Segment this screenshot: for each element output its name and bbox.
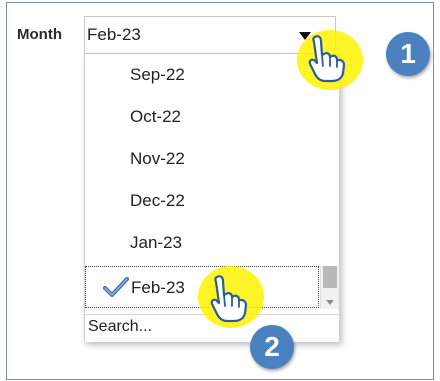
checkmark-icon [103,277,129,297]
option-nov-22[interactable]: Nov-22 [85,138,319,180]
option-label: Sep-22 [130,65,185,84]
option-sep-22[interactable]: Sep-22 [85,54,319,96]
month-label: Month [17,26,62,43]
callout-badge-1: 1 [386,32,430,76]
option-oct-22[interactable]: Oct-22 [85,96,319,138]
callout-badge-2: 2 [250,325,294,369]
pointer-hand-icon [308,35,346,83]
search-label: Search... [88,318,153,335]
option-jan-23[interactable]: Jan-23 [85,222,319,264]
pointer-hand-icon [210,275,248,323]
scroll-down-arrow-icon[interactable] [326,300,334,305]
month-select-value: Feb-23 [87,25,141,44]
option-label: Dec-22 [130,191,185,210]
option-label: Oct-22 [130,107,182,126]
option-label: Nov-22 [130,149,185,168]
option-label: Feb-23 [131,278,185,297]
dropdown-scrollbar[interactable] [320,266,339,309]
option-dec-22[interactable]: Dec-22 [85,180,319,222]
option-label: Jan-23 [130,233,182,252]
scrollbar-thumb[interactable] [323,266,337,288]
